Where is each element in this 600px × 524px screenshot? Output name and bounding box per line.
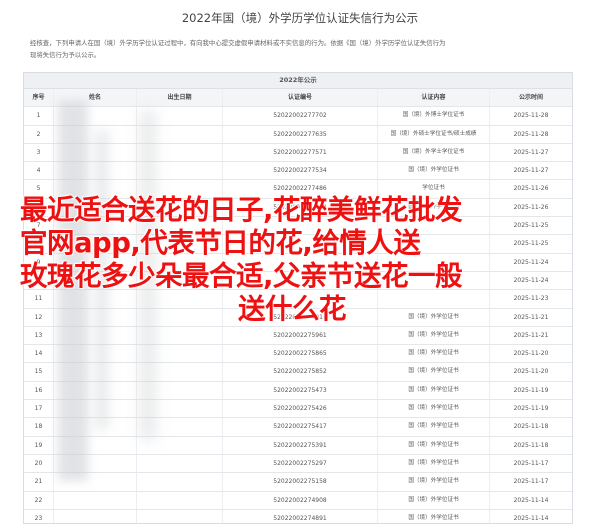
table-row: 20 52022002275297 国（境）外学位证书 2025-11-17 — [24, 454, 572, 474]
cert-number-cell: 52022002277635 — [222, 125, 377, 143]
column-header: 认证编号 — [222, 89, 377, 107]
cert-content-cell: 国（境）外学位证书 — [377, 162, 489, 180]
column-header: 出生日期 — [136, 89, 222, 107]
row-number-cell: 19 — [34, 441, 43, 449]
intro-text: 经核查，下列申请人在国（境）外学历学位认证过程中，有向我中心提交虚假申请材料或不… — [30, 38, 575, 60]
cert-number-cell: 52022002275417 — [222, 418, 377, 436]
column-header: 公示时间 — [489, 89, 572, 107]
row-number-cell: 15 — [34, 368, 43, 376]
table-row: 21 52022002275158 国（境）外学位证书 2025-11-17 — [24, 473, 572, 492]
column-header: 认证内容 — [377, 89, 489, 107]
table-header-row: 序号 姓名 出生日期 认证编号 认证内容 公示时间 — [24, 89, 572, 108]
cert-number-cell: 52022002275158 — [222, 473, 377, 491]
cert-number-cell: 52022002275961 — [222, 326, 377, 345]
cert-number-cell: 52022002275391 — [222, 436, 377, 454]
cert-content-cell: 国（境）外学位证书 — [377, 473, 489, 491]
row-number-cell: 4 — [36, 167, 41, 175]
overlay-line: 官网app,代表节日的花,给情人送 — [20, 227, 421, 259]
publish-date-cell: 2025-11-19 — [489, 400, 572, 418]
overlay-line: 最近适合送花的日子,花醉美鲜花批发 — [20, 194, 462, 226]
cert-number-cell: 52022002275297 — [222, 454, 377, 473]
publish-date-cell: 2025-11-20 — [489, 363, 572, 381]
row-number-cell: 18 — [34, 423, 43, 431]
cert-number-cell: 52022002275865 — [222, 345, 377, 363]
cert-content-cell: 国（境）外硕士学位证书/硕士成绩 — [377, 125, 489, 143]
intro-line: 现将失信行为予以公示。 — [30, 51, 101, 59]
birthdate-cell — [136, 491, 222, 509]
cert-content-cell: 国（境）外学位证书 — [377, 436, 489, 454]
cert-content-cell: 国（境）外学士学位证书 — [377, 143, 489, 162]
page-title: 2022年国（境）外学历学位认证失信行为公示 — [181, 11, 419, 25]
intro-line: 经核查，下列申请人在国（境）外学历学位认证过程中，有向我中心提交虚假申请材料或不… — [30, 39, 446, 47]
cert-content-cell: 国（境）外学位证书 — [377, 345, 489, 363]
cert-number-cell: 52022002277702 — [222, 107, 377, 125]
overlay-headline: 最近适合送花的日子,花醉美鲜花批发 官网app,代表节日的花,给情人送 玫瑰花多… — [20, 194, 585, 326]
overlay-line: 送什么花 — [238, 293, 347, 325]
row-number-cell: 17 — [34, 405, 43, 413]
birthdate-cell — [136, 473, 222, 491]
cert-content-cell: 国（境）外学位证书 — [377, 381, 489, 400]
publish-date-cell: 2025-11-18 — [489, 418, 572, 436]
publish-date-cell: 2025-11-17 — [489, 454, 572, 473]
row-number-cell: 3 — [36, 148, 41, 156]
cert-content-cell: 国（境）外学位证书 — [377, 418, 489, 436]
table-row: 22 52022002274908 国（境）外学位证书 2025-11-14 — [24, 491, 572, 510]
cert-number-cell: 52022002275473 — [222, 381, 377, 400]
table-title: 2022年公示 — [24, 73, 572, 89]
publish-date-cell: 2025-11-18 — [489, 436, 572, 454]
publish-date-cell: 2025-11-28 — [489, 107, 572, 125]
cert-number-cell: 52022002274908 — [222, 491, 377, 509]
cert-number-cell: 52022002277571 — [222, 143, 377, 162]
cert-number-cell: 52022002275426 — [222, 400, 377, 418]
publish-date-cell: 2025-11-20 — [489, 345, 572, 363]
row-number-cell: 13 — [34, 331, 43, 339]
publish-date-cell: 2025-11-21 — [489, 326, 572, 345]
row-number-cell: 21 — [34, 478, 43, 486]
row-number-cell: 2 — [36, 130, 41, 138]
row-number-cell: 22 — [34, 496, 43, 504]
row-number-cell: 1 — [36, 112, 41, 120]
publish-date-cell: 2025-11-27 — [489, 162, 572, 180]
row-number-cell: 20 — [34, 459, 43, 467]
cert-content-cell: 国（境）外学位证书 — [377, 400, 489, 418]
table-row: 1 52022002277702 国（境）外博士学位证书 2025-11-28 — [24, 107, 572, 126]
publish-date-cell: 2025-11-28 — [489, 125, 572, 143]
cert-content-cell: 国（境）外学位证书 — [377, 491, 489, 509]
cert-content-cell: 国（境）外学位证书 — [377, 363, 489, 381]
cert-number-cell: 52022002275852 — [222, 363, 377, 381]
birthdate-cell — [136, 454, 222, 473]
row-number-cell: 16 — [34, 386, 43, 394]
publish-date-cell: 2025-11-19 — [489, 381, 572, 400]
overlay-line: 玫瑰花多少朵最合适,父亲节送花一般 — [20, 260, 462, 292]
table-row: 19 52022002275391 国（境）外学位证书 2025-11-18 — [24, 436, 572, 455]
cert-content-cell: 国（境）外学位证书 — [377, 326, 489, 345]
publish-date-cell: 2025-11-14 — [489, 491, 572, 509]
cert-content-cell: 国（境）外学位证书 — [377, 454, 489, 473]
publish-date-cell: 2025-11-17 — [489, 473, 572, 491]
cert-number-cell: 52022002277534 — [222, 162, 377, 180]
cert-content-cell: 国（境）外博士学位证书 — [377, 107, 489, 125]
name-cell — [53, 491, 136, 509]
column-header: 序号 — [32, 94, 45, 101]
publish-date-cell: 2025-11-27 — [489, 143, 572, 162]
row-number-cell: 14 — [34, 350, 43, 358]
